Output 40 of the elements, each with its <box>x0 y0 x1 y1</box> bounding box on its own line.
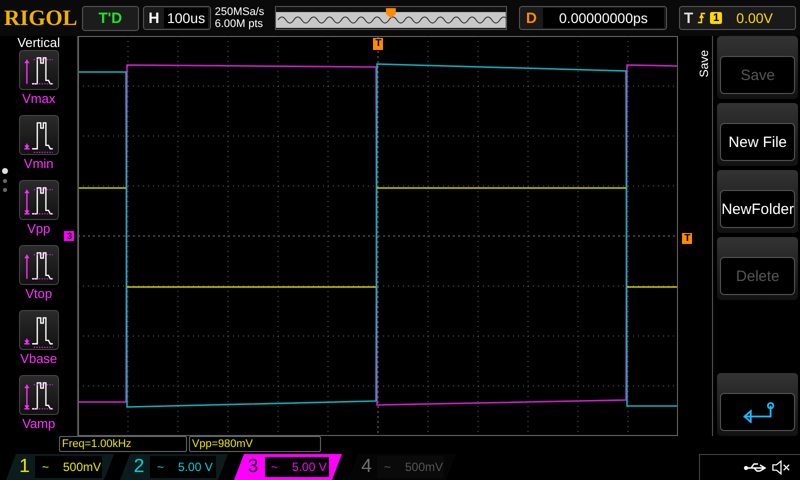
measure-label: Vtop <box>25 285 52 303</box>
sample-rate: 250MSa/s <box>214 6 266 18</box>
measurement-readout: Freq=1.00kHz <box>59 436 187 452</box>
speaker-muted-icon <box>772 460 790 475</box>
measurement-readout: Vpp=980mV <box>189 436 321 452</box>
channel-tab[interactable]: 3 ~ 5.00 V <box>234 454 342 480</box>
trigger-position-marker: T <box>373 38 384 50</box>
trigger-level: 0.00V <box>736 10 773 26</box>
run-status: T'D <box>82 6 139 30</box>
channel-tab[interactable]: 1 ~ 500mV <box>6 454 114 480</box>
trigger-level-marker: T <box>682 232 692 244</box>
measure-label: Vmin <box>24 155 54 173</box>
measure-label: Vmax <box>22 90 56 108</box>
rising-edge-icon <box>697 11 706 25</box>
measure-button[interactable] <box>18 180 59 220</box>
measure-button[interactable] <box>18 310 59 350</box>
timebase-label: H <box>148 10 160 26</box>
measure-label: Vbase <box>20 350 58 368</box>
memory-depth: 6.00M pts <box>214 18 264 30</box>
channel-tab[interactable]: 4 ~ 500mV <box>348 454 456 480</box>
measure-label: Vpp <box>27 220 50 238</box>
channel-tab[interactable]: 2 ~ 5.00 V <box>120 454 228 480</box>
softkey-button[interactable]: New File <box>720 123 795 161</box>
delay-label: D <box>524 10 538 26</box>
back-button[interactable] <box>720 393 795 431</box>
delay-value: 0.00000000ps <box>542 8 664 28</box>
brand-logo: RIGOL <box>4 5 78 31</box>
trigger-label: T <box>684 10 694 26</box>
measure-label: Vamp <box>22 415 56 433</box>
measure-button[interactable] <box>18 375 59 415</box>
menu-title: Save <box>696 50 712 78</box>
measure-button[interactable] <box>18 245 59 285</box>
usb-icon <box>744 462 768 474</box>
channel-marker: 3 <box>64 231 74 241</box>
menu-title: Vertical <box>17 36 60 50</box>
measure-button[interactable] <box>18 115 59 155</box>
trigger-source: 1 <box>710 12 722 24</box>
measure-button[interactable] <box>18 50 59 90</box>
timebase-value: 100us <box>164 8 208 28</box>
softkey-button[interactable]: NewFolder <box>720 190 795 228</box>
